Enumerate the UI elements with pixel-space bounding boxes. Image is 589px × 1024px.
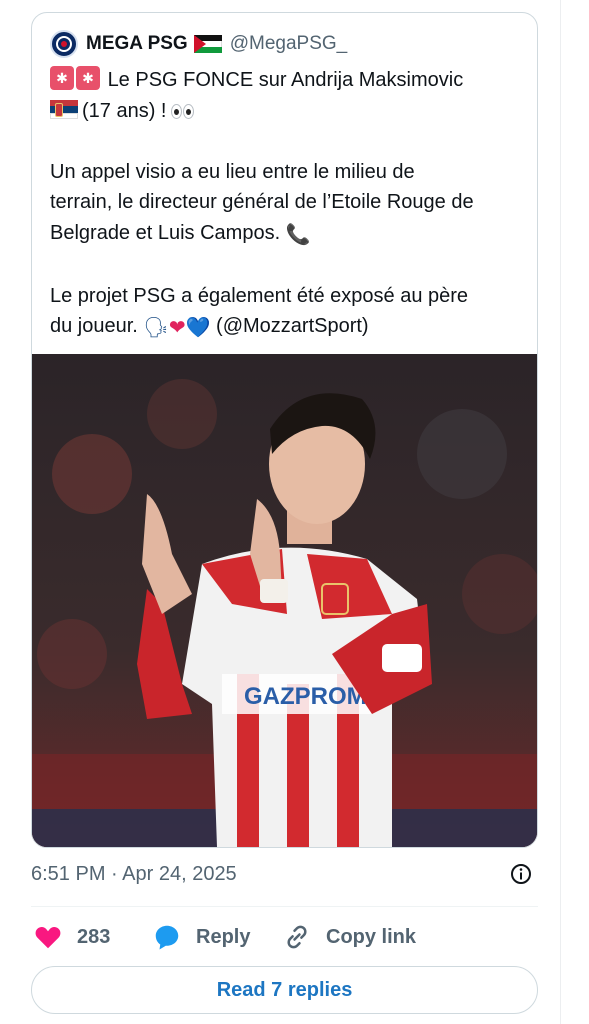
body-line-4: Le projet PSG a également été exposé au … (50, 284, 469, 307)
text-line-2: (17 ans) ! (50, 96, 530, 127)
svg-text:GAZPROM: GAZPROM (244, 683, 367, 710)
body-line-5: du joueur. (50, 315, 138, 337)
like-count: 283 (77, 925, 111, 948)
tweet-meta: 6:51 PM · Apr 24, 2025 (31, 860, 538, 888)
info-icon[interactable] (509, 862, 533, 886)
eyes-icon (170, 102, 196, 120)
speaking-head-icon: 🗣 (143, 317, 169, 339)
author-handle[interactable]: @MegaPSG_ (230, 33, 348, 55)
author-name[interactable]: MEGA PSG (86, 33, 188, 55)
text-line-1: Le PSG FONCE sur Andrija Maksimovic (50, 65, 530, 96)
blue-heart-icon: 💙 (185, 317, 211, 339)
text-line-belgrade: Belgrade et Luis Campos. 📞 (50, 218, 530, 251)
reply-button[interactable]: Reply (152, 918, 250, 956)
quoted-tweet-header: MEGA PSG @MegaPSG_ (50, 30, 347, 58)
siren-icon (76, 66, 100, 90)
tweet-timestamp[interactable]: 6:51 PM · Apr 24, 2025 (31, 863, 237, 886)
player-photo[interactable]: GAZPROM (32, 354, 537, 847)
page-divider (560, 0, 561, 1024)
author-avatar[interactable] (50, 30, 78, 58)
body-line-2: terrain, le directeur général de l’Etoil… (50, 191, 474, 213)
copy-link-label: Copy link (326, 925, 417, 948)
mention-text[interactable]: (@MozzartSport) (216, 315, 369, 337)
tweet-actions: 283 Reply Copy link (31, 918, 538, 956)
siren-icon (50, 66, 74, 90)
read-replies-button[interactable]: Read 7 replies (31, 966, 538, 1014)
reply-label: Reply (196, 925, 251, 948)
quoted-tweet-card[interactable]: MEGA PSG @MegaPSG_ Le PSG FONCE sur Andr… (31, 12, 538, 848)
reply-bubble-icon (155, 925, 179, 950)
serbia-flag-icon (50, 99, 78, 120)
headline-text: Le PSG FONCE sur Andrija Maksimovic (107, 69, 464, 91)
heart-icon (35, 926, 61, 949)
quoted-tweet-text: Le PSG FONCE sur Andrija Maksimovic (17 … (50, 65, 530, 344)
palestine-flag-icon (193, 34, 222, 54)
body-line-1: Un appel visio a eu lieu entre le milieu… (50, 160, 415, 183)
tweet-page: MEGA PSG @MegaPSG_ Le PSG FONCE sur Andr… (0, 0, 589, 1024)
player-photo-illustration: GAZPROM (32, 354, 537, 847)
actions-divider (31, 906, 538, 907)
copy-link-button[interactable]: Copy link (282, 918, 416, 956)
phone-icon: 📞 (285, 223, 311, 246)
link-icon (287, 925, 307, 949)
like-button[interactable]: 283 (33, 918, 110, 956)
age-text: (17 ans) ! (82, 99, 167, 122)
body-line-3: Belgrade et Luis Campos. (50, 221, 281, 244)
text-line-joueur: du joueur. 🗣❤💙 (@MozzartSport) (50, 311, 530, 344)
red-heart-icon: ❤ (168, 317, 186, 339)
